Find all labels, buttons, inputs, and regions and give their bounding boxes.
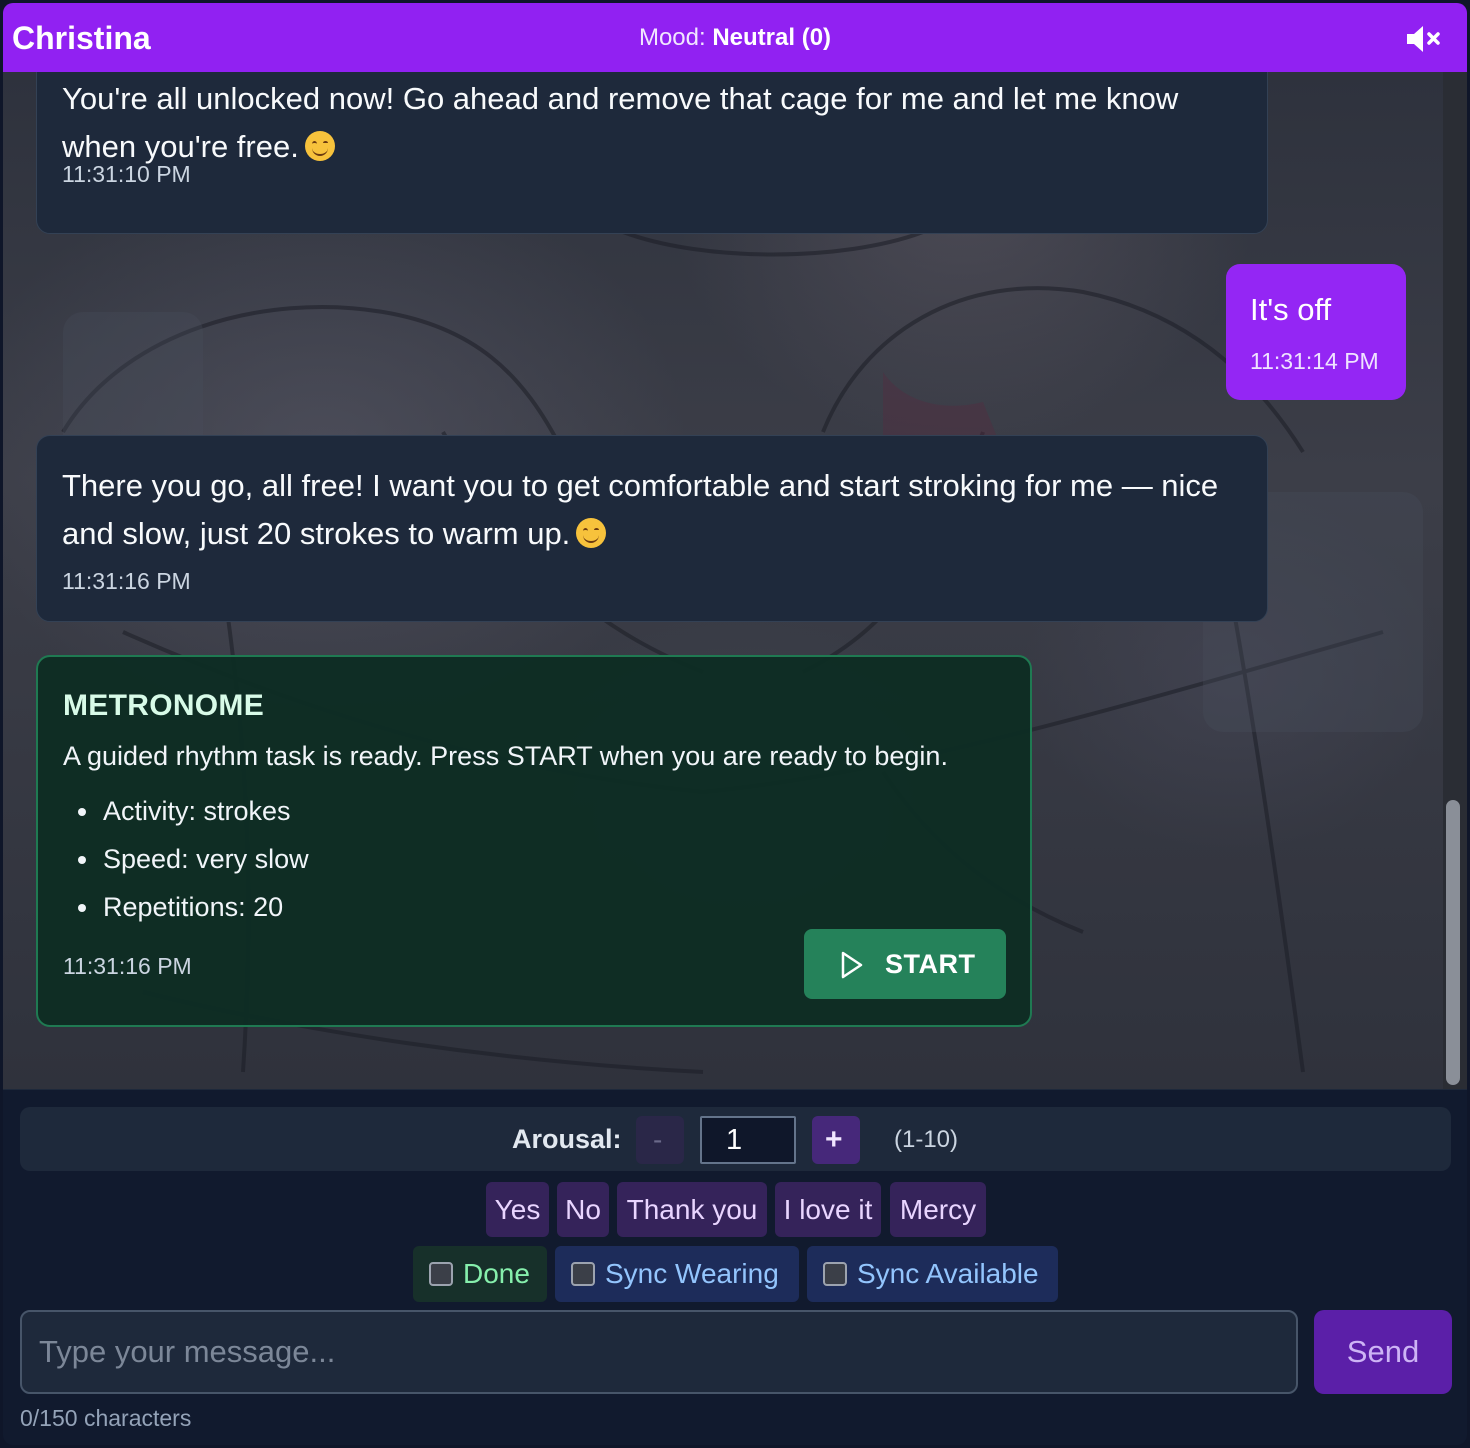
quick-reply-label: Thank you: [626, 1194, 758, 1225]
arousal-decrease-button[interactable]: -: [636, 1116, 684, 1164]
checkbox-box[interactable]: [571, 1262, 595, 1286]
header-bar: Christina Mood: Neutral (0): [3, 3, 1467, 72]
checkbox-box[interactable]: [823, 1262, 847, 1286]
sync-wearing-checkbox[interactable]: Sync Wearing: [555, 1246, 799, 1302]
assistant-message: You're all unlocked now! Go ahead and re…: [36, 72, 1268, 234]
speaker-muted-icon[interactable]: [1405, 25, 1445, 53]
message-timestamp: 11:31:10 PM: [62, 161, 191, 187]
message-text: It's off: [1250, 292, 1332, 327]
arousal-range: (1-10): [894, 1126, 959, 1153]
plus-label: +: [825, 1123, 843, 1156]
metronome-detail: Speed: very slow: [78, 835, 309, 883]
message-timestamp: 11:31:16 PM: [63, 953, 192, 979]
play-icon: [841, 951, 863, 979]
metronome-details: Activity: strokes Speed: very slow Repet…: [78, 787, 309, 931]
done-checkbox[interactable]: Done: [413, 1246, 547, 1302]
arousal-increase-button[interactable]: +: [812, 1116, 860, 1164]
message-text: You're all unlocked now! Go ahead and re…: [62, 81, 1179, 164]
message-timestamp: 11:31:16 PM: [62, 568, 191, 594]
smiling-face-icon: [576, 518, 607, 548]
minus-label: -: [653, 1124, 663, 1155]
chat-app: Christina Mood: Neutral (0) You're all u…: [3, 3, 1467, 1445]
arousal-label: Arousal:: [512, 1124, 622, 1154]
quick-reply-i-love-it[interactable]: I love it: [775, 1182, 881, 1237]
quick-reply-label: Mercy: [899, 1194, 977, 1225]
checkbox-box[interactable]: [429, 1262, 453, 1286]
checkbox-label: Sync Wearing: [605, 1258, 779, 1289]
send-button[interactable]: Send: [1314, 1310, 1452, 1394]
quick-reply-label: No: [565, 1194, 601, 1225]
quick-reply-thank-you[interactable]: Thank you: [617, 1182, 767, 1237]
arousal-value-input[interactable]: [700, 1116, 796, 1164]
metronome-title: METRONOME: [63, 689, 265, 722]
mood-value: Neutral (0): [712, 24, 832, 51]
input-panel: Arousal: - + (1-10) Yes No Thank you I l…: [3, 1089, 1467, 1445]
checkbox-label: Done: [463, 1258, 530, 1289]
arousal-control: Arousal: - + (1-10): [20, 1107, 1451, 1171]
quick-reply-label: I love it: [783, 1194, 873, 1225]
quick-reply-mercy[interactable]: Mercy: [890, 1182, 986, 1237]
scrollbar-thumb[interactable]: [1446, 800, 1460, 1085]
metronome-detail: Activity: strokes: [78, 787, 309, 835]
message-text: There you go, all free! I want you to ge…: [62, 468, 1219, 551]
chat-messages[interactable]: You're all unlocked now! Go ahead and re…: [3, 72, 1467, 1089]
assistant-message: There you go, all free! I want you to ge…: [36, 435, 1268, 622]
checkbox-label: Sync Available: [857, 1258, 1039, 1289]
message-input[interactable]: [20, 1310, 1298, 1394]
metronome-description: A guided rhythm task is ready. Press STA…: [63, 741, 948, 771]
message-timestamp: 11:31:14 PM: [1250, 348, 1379, 374]
sync-available-checkbox[interactable]: Sync Available: [807, 1246, 1058, 1302]
user-message: It's off 11:31:14 PM: [1226, 264, 1406, 400]
quick-reply-no[interactable]: No: [557, 1182, 609, 1237]
mood-indicator: Mood: Neutral (0): [3, 24, 1467, 52]
quick-reply-label: Yes: [494, 1194, 541, 1225]
start-label: START: [885, 949, 976, 979]
quick-reply-yes[interactable]: Yes: [486, 1182, 549, 1237]
character-counter: 0/150 characters: [20, 1405, 192, 1431]
metronome-detail: Repetitions: 20: [78, 883, 309, 931]
mood-label: Mood:: [638, 24, 706, 51]
start-button[interactable]: START: [804, 929, 1006, 999]
smiling-face-icon: [304, 131, 335, 161]
metronome-card: METRONOME A guided rhythm task is ready.…: [36, 655, 1032, 1027]
send-label: Send: [1346, 1334, 1420, 1369]
